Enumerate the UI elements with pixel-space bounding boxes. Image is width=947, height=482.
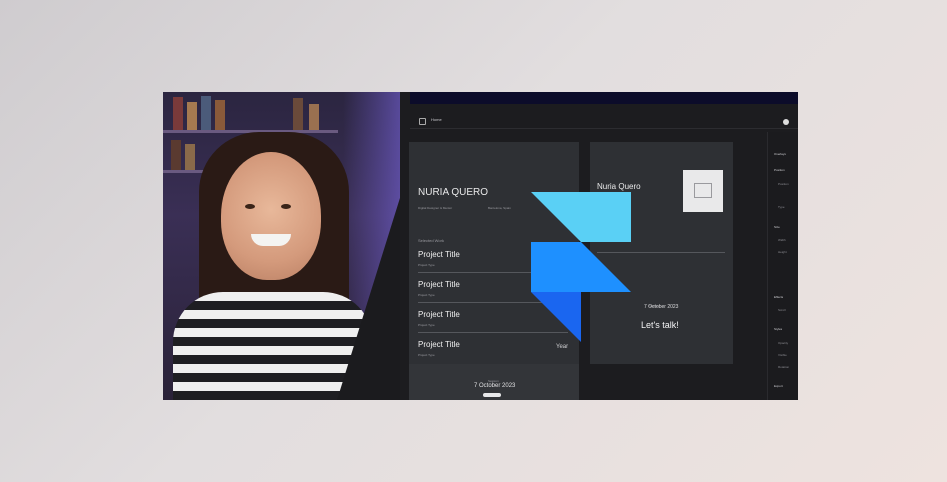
section-label: Selected Work xyxy=(418,238,444,243)
prop-height[interactable]: Height xyxy=(778,250,787,254)
eye xyxy=(281,204,291,209)
image-placeholder xyxy=(683,170,723,212)
logo-bottom xyxy=(531,292,581,342)
framer-logo-icon xyxy=(531,192,631,342)
section-effects: Effects xyxy=(774,295,784,299)
prop-rotation[interactable]: Rotation xyxy=(778,365,789,369)
event-date: 7 October 2023 xyxy=(474,383,516,389)
book xyxy=(187,102,197,130)
page-icon xyxy=(419,118,426,125)
book xyxy=(173,97,183,130)
project-title: Project Title xyxy=(418,310,460,319)
project-type: Project Type xyxy=(418,323,435,327)
book xyxy=(171,140,181,170)
project-type: Project Type xyxy=(418,353,435,357)
prop-width[interactable]: Width xyxy=(778,238,786,242)
site-location: Barcelona, Spain xyxy=(488,206,511,210)
event-date-tablet: 7 October 2023 xyxy=(644,304,679,310)
project-year: Year xyxy=(556,344,569,350)
logo-middle xyxy=(531,242,631,292)
section-styles: Styles xyxy=(774,327,783,331)
eye xyxy=(245,204,255,209)
project-title: Project Title xyxy=(418,340,460,349)
prop-visible[interactable]: Visible xyxy=(778,353,787,357)
tab-label[interactable]: Home xyxy=(431,117,442,122)
book xyxy=(215,100,225,130)
project-type: Project Type xyxy=(418,263,435,267)
face xyxy=(221,152,321,280)
project-title: Project Title xyxy=(418,280,460,289)
project-type: Project Type xyxy=(418,293,435,297)
editor-tabbar xyxy=(410,114,798,129)
prop-scroll[interactable]: Scroll xyxy=(778,308,786,312)
smile xyxy=(251,234,291,246)
image-icon xyxy=(694,183,712,198)
prop-type[interactable]: Type xyxy=(778,205,785,209)
book xyxy=(293,98,303,130)
site-title: NURIA QUERO xyxy=(418,187,489,198)
site-subtitle: Digital Designer & Mentor xyxy=(418,206,453,210)
properties-panel xyxy=(767,132,798,400)
cta-heading: Let's talk! xyxy=(641,320,679,330)
book xyxy=(201,96,211,130)
logo-top xyxy=(531,192,631,242)
section-size: Size xyxy=(774,225,780,229)
video-thumbnail[interactable]: Home NURIA QUERO Digital Designer & Ment… xyxy=(163,92,798,400)
book-button[interactable] xyxy=(483,393,501,397)
prop-position[interactable]: Position xyxy=(778,182,789,186)
section-overlays: Overlays xyxy=(774,152,786,156)
prop-opacity[interactable]: Opacity xyxy=(778,341,788,345)
section-export: Export xyxy=(774,384,783,388)
book xyxy=(185,144,195,170)
section-position: Position xyxy=(774,168,785,172)
avatar[interactable] xyxy=(783,119,789,125)
project-title: Project Title xyxy=(418,250,460,259)
book xyxy=(309,104,319,130)
site-title-tablet: Nuria Quero xyxy=(597,182,641,191)
editor-topbar xyxy=(410,92,798,104)
